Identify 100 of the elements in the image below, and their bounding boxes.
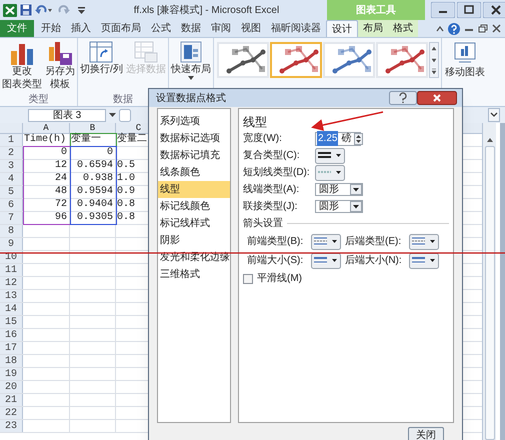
row-header[interactable]: 17 xyxy=(0,342,23,354)
row-header[interactable]: 8 xyxy=(0,225,23,237)
field-label: 宽度(W): xyxy=(243,132,283,146)
minimize-button[interactable] xyxy=(431,2,455,18)
table-cell-text: 48 xyxy=(54,186,68,198)
field-label: 短划线类型(D): xyxy=(243,166,311,180)
table-cell-text: 0 xyxy=(106,147,114,159)
ribbon-tab[interactable]: 格式 xyxy=(388,20,418,37)
field-label: 前端类型(B): xyxy=(247,234,304,249)
line-style-dropdown[interactable] xyxy=(315,148,345,164)
row-header[interactable]: 9 xyxy=(0,238,23,250)
dropdown-field[interactable]: 圆形 xyxy=(315,183,363,196)
table-cell-text: 0.938 xyxy=(82,173,114,185)
row-header[interactable]: 12 xyxy=(0,277,23,289)
nav-item[interactable]: 数据标记选项 xyxy=(158,130,230,147)
row-header[interactable]: 13 xyxy=(0,290,23,302)
table-cell-text: 72 xyxy=(54,199,68,211)
row-header[interactable]: 1 xyxy=(0,134,23,146)
close-workbook-icon[interactable] xyxy=(492,24,501,33)
row-header[interactable]: 20 xyxy=(0,381,23,393)
nav-item[interactable]: 阴影 xyxy=(158,232,230,249)
ribbon-tab[interactable]: 插入 xyxy=(66,20,96,37)
row-header[interactable]: 19 xyxy=(0,368,23,380)
checkbox-label: 平滑线(M) xyxy=(257,272,302,286)
row-header[interactable]: 4 xyxy=(0,173,23,185)
ribbon-button[interactable]: 另存为 模板 xyxy=(44,41,76,94)
context-title: 图表工具 xyxy=(356,4,396,18)
checkbox[interactable] xyxy=(243,274,253,284)
row-header[interactable]: 2 xyxy=(0,147,23,159)
table-cell-text: 0.9404 xyxy=(76,199,114,211)
undo-icon[interactable] xyxy=(35,5,53,15)
row-header[interactable]: 18 xyxy=(0,355,23,367)
bar-chart-icon xyxy=(9,41,35,65)
ribbon-tab[interactable]: 页面布局 xyxy=(96,20,146,37)
nav-item[interactable]: 线型 xyxy=(158,181,230,198)
ribbon-tab[interactable]: 布局 xyxy=(358,20,388,37)
ribbon-tab[interactable]: 文件 xyxy=(0,20,34,37)
row-header[interactable]: 21 xyxy=(0,394,23,406)
row-header[interactable]: 16 xyxy=(0,329,23,341)
nav-item[interactable]: 三维格式 xyxy=(158,266,230,283)
spinner-icon[interactable] xyxy=(354,132,364,144)
table-cell-text: 0.5 xyxy=(116,160,136,172)
field-label: 复合类型(C): xyxy=(243,148,301,163)
nav-item[interactable]: 数据标记填充 xyxy=(158,147,230,164)
ribbon-tab[interactable]: 数据 xyxy=(176,20,206,37)
dropdown-arrow-icon[interactable] xyxy=(109,112,116,118)
dropdown-arrow-icon xyxy=(188,76,194,80)
row-header[interactable]: 6 xyxy=(0,199,23,211)
row-header[interactable]: 7 xyxy=(0,212,23,224)
ribbon-tab[interactable]: 设计 xyxy=(326,20,358,37)
table-cell-text: 1.0 xyxy=(116,173,136,185)
gallery-scroll-icon[interactable] xyxy=(428,42,439,78)
nav-item[interactable]: 标记线颜色 xyxy=(158,198,230,215)
row-header[interactable]: 11 xyxy=(0,264,23,276)
nav-item[interactable]: 线条颜色 xyxy=(158,164,230,181)
row-header[interactable]: 22 xyxy=(0,407,23,419)
nav-item[interactable]: 标记线样式 xyxy=(158,215,230,232)
table-cell-text: 变量二 xyxy=(116,134,148,146)
ribbon-tab[interactable]: 视图 xyxy=(236,20,266,37)
row-header[interactable]: 3 xyxy=(0,160,23,172)
row-header[interactable]: 15 xyxy=(0,316,23,328)
help-button[interactable] xyxy=(389,91,417,105)
dropdown-field[interactable]: 圆形 xyxy=(315,200,363,213)
vertical-scrollbar[interactable] xyxy=(482,123,496,440)
column-header[interactable]: A xyxy=(23,123,70,133)
expand-formula-bar-icon[interactable] xyxy=(488,108,500,122)
customize-toolbar-icon[interactable] xyxy=(77,5,86,15)
field-label: 线端类型(A): xyxy=(243,182,300,197)
close-dialog-button[interactable]: 关闭 xyxy=(408,427,444,440)
table-cell-text: 0.9 xyxy=(116,186,136,198)
table-icon xyxy=(134,41,158,63)
layout-icon xyxy=(178,41,203,63)
row-header[interactable]: 14 xyxy=(0,303,23,315)
save-icon[interactable] xyxy=(20,4,32,16)
restore-workbook-icon[interactable] xyxy=(478,24,488,33)
row-header[interactable]: 5 xyxy=(0,186,23,198)
table-cell-text: 0 xyxy=(60,147,68,159)
collapse-ribbon-icon[interactable] xyxy=(436,26,444,32)
ribbon-tab[interactable]: 公式 xyxy=(146,20,176,37)
chart-style-option[interactable] xyxy=(270,42,322,78)
width-input-field[interactable]: 2.25 磅 xyxy=(315,132,361,146)
ribbon-tab[interactable]: 福昕阅读器 xyxy=(266,20,326,37)
scrollbar-thumb[interactable] xyxy=(484,146,494,440)
row-header[interactable]: 23 xyxy=(0,420,23,432)
maximize-button[interactable] xyxy=(457,2,481,18)
column-header[interactable]: B xyxy=(70,123,116,133)
close-button[interactable] xyxy=(417,91,457,105)
section-heading: 线型 xyxy=(243,115,267,129)
table-cell-text: 0.8 xyxy=(116,212,136,224)
field-label: 后端大小(N): xyxy=(345,254,403,268)
name-box[interactable]: 图表 3 xyxy=(28,108,106,122)
close-button[interactable] xyxy=(483,2,505,18)
group-label: 数据 xyxy=(112,94,133,106)
ribbon-tab[interactable]: 审阅 xyxy=(206,20,236,37)
ribbon-button[interactable]: 切换行/列 xyxy=(79,41,124,94)
ribbon-button[interactable]: 更改 图表类型 xyxy=(1,41,43,94)
window-title: ff.xls [兼容模式] - Microsoft Excel xyxy=(134,4,280,18)
field-label: 前端大小(S): xyxy=(247,254,304,268)
help-icon[interactable] xyxy=(448,22,460,34)
ribbon-tab[interactable]: 开始 xyxy=(36,20,66,37)
